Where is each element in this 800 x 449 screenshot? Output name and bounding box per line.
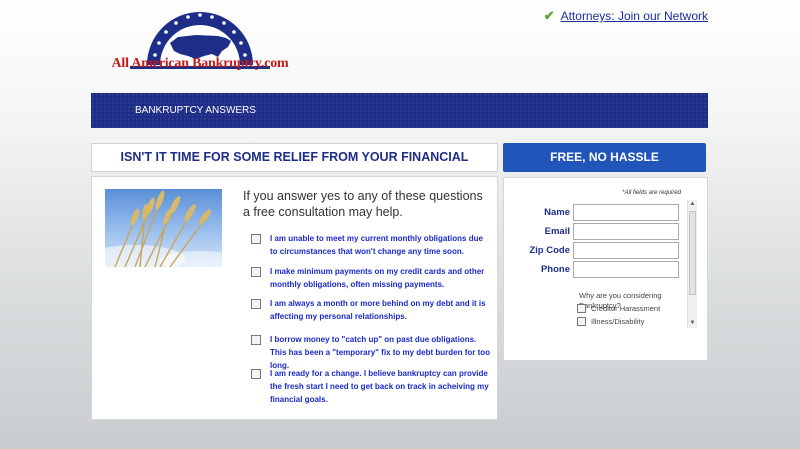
email-label: Email <box>544 226 570 237</box>
reason-option: Illness/Disability <box>577 317 644 326</box>
question-text: I am always a month or more behind on my… <box>270 299 486 321</box>
attorneys-join-link-container: ✔ Attorneys: Join our Network <box>544 8 708 24</box>
logo-text[interactable]: All American Bankruptcy.com <box>100 56 300 72</box>
form-scrollbar[interactable]: ▲ ▼ <box>687 200 697 328</box>
question-checkbox[interactable] <box>251 369 261 379</box>
reason-label: Illness/Disability <box>591 317 645 326</box>
name-input[interactable] <box>573 204 679 221</box>
reason-checkbox[interactable] <box>577 317 586 326</box>
wheat-icon <box>105 190 222 267</box>
question-text: I am ready for a change. I believe bankr… <box>270 369 489 404</box>
reason-checkbox[interactable] <box>577 304 586 313</box>
nav-item-bankruptcy-answers[interactable]: BANKRUPTCY ANSWERS <box>135 105 256 116</box>
zip-code-label: Zip Code <box>529 245 570 256</box>
question-checkbox[interactable] <box>251 234 261 244</box>
phone-input[interactable] <box>573 261 679 278</box>
question-checkbox[interactable] <box>251 267 261 277</box>
page-headline: ISN'T IT TIME FOR SOME RELIEF FROM YOUR … <box>91 143 498 191</box>
name-label: Name <box>544 207 570 218</box>
consultation-form-title: FREE, NO HASSLE CONSULTATION <box>503 143 706 193</box>
email-input[interactable] <box>573 223 679 240</box>
phone-label: Phone <box>540 264 570 275</box>
scroll-down-arrow-icon[interactable]: ▼ <box>688 319 697 328</box>
wheat-image <box>105 189 222 267</box>
consultation-form: *All fields are required Name Email Zip … <box>503 177 708 361</box>
intro-text: If you answer yes to any of these questi… <box>243 189 483 219</box>
scrollbar-thumb[interactable] <box>689 211 696 295</box>
zip-code-input[interactable] <box>573 242 679 259</box>
attorneys-join-link[interactable]: Attorneys: Join our Network <box>561 9 708 23</box>
reason-label: Creditor Harassment <box>591 304 661 313</box>
questions-panel: If you answer yes to any of these questi… <box>91 176 498 420</box>
nav-bar: BANKRUPTCY ANSWERS <box>91 93 708 128</box>
question-text: I am unable to meet my current monthly o… <box>270 234 483 256</box>
scroll-up-arrow-icon[interactable]: ▲ <box>688 200 697 209</box>
question-text: I make minimum payments on my credit car… <box>270 267 485 289</box>
question-checkbox[interactable] <box>251 335 261 345</box>
reason-option: Creditor Harassment <box>577 304 660 313</box>
checkmark-icon: ✔ <box>543 8 555 23</box>
question-checkbox[interactable] <box>251 299 261 309</box>
required-note: *All fields are required <box>622 190 681 196</box>
